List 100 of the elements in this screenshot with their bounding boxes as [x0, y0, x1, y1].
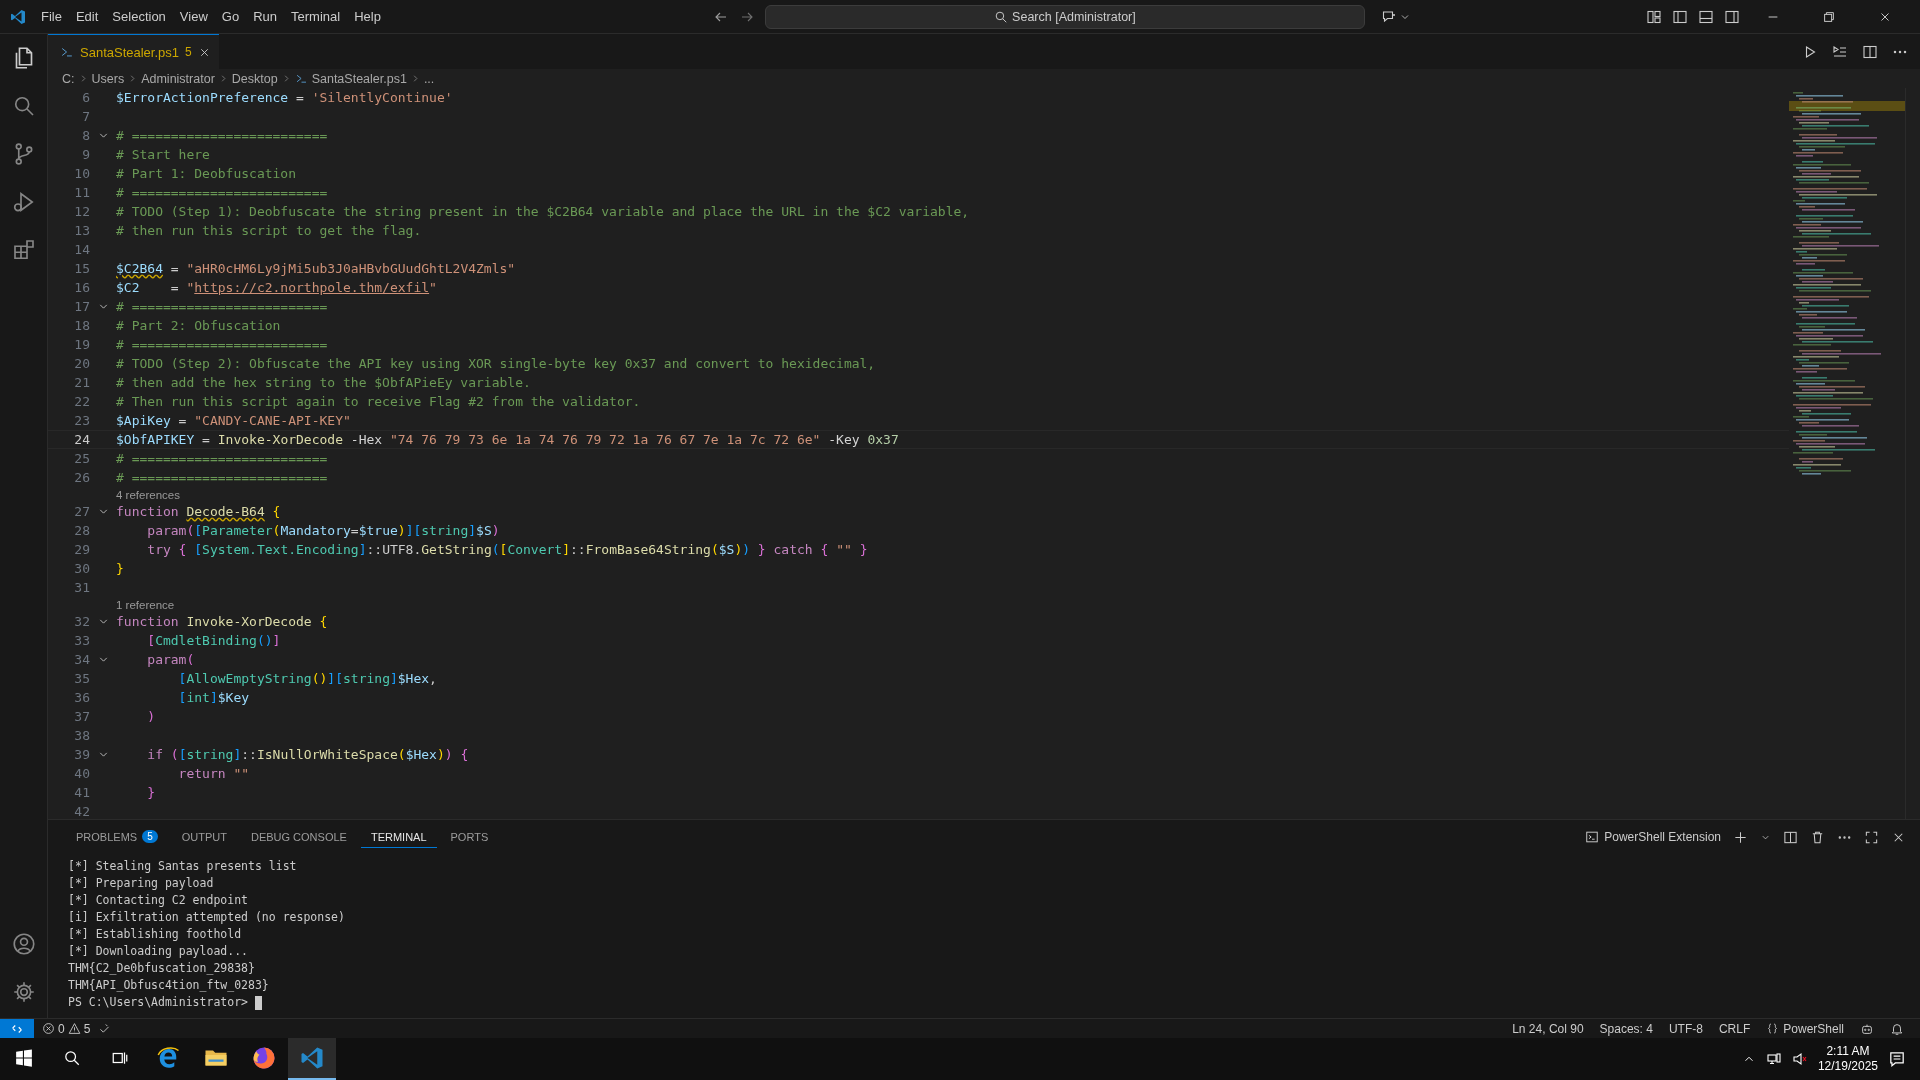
code-line: function Invoke-XorDecode {	[116, 613, 328, 631]
network-icon[interactable]	[1765, 1051, 1782, 1067]
code-line: $ApiKey = "CANDY-CANE-API-KEY"	[116, 412, 351, 430]
line-number: 11	[73, 185, 90, 200]
start-icon[interactable]	[15, 1049, 33, 1067]
line-number: 8	[81, 128, 90, 143]
volume-muted-icon[interactable]	[1791, 1051, 1808, 1067]
codelens-link[interactable]: 1 reference	[116, 598, 175, 611]
terminal-line: THM{C2_De0bfuscation_29838}	[68, 960, 255, 977]
search-field[interactable]: Search [Administrator]	[764, 4, 1365, 29]
remote-button[interactable]	[0, 1019, 34, 1038]
panel-tab[interactable]: TERMINAL	[360, 826, 437, 848]
extensions-icon[interactable]	[11, 238, 36, 262]
clock-date[interactable]: 12/19/2025	[1817, 1059, 1878, 1074]
search-icon[interactable]	[63, 1049, 81, 1067]
terminal-prompt[interactable]: PS C:\Users\Administrator>	[68, 994, 262, 1011]
code-line: # =========================	[116, 184, 328, 202]
menu-item[interactable]: Help	[347, 5, 388, 28]
restore-icon[interactable]	[1822, 9, 1836, 24]
layout-icon[interactable]	[1672, 8, 1688, 25]
status-item[interactable]: CRLF	[1710, 1021, 1759, 1036]
layout-icon[interactable]	[1698, 8, 1714, 25]
split-editor-icon[interactable]	[1862, 43, 1878, 60]
terminal-line: [*] Preparing payload	[68, 875, 214, 892]
layout-icon[interactable]	[1724, 8, 1740, 25]
code-line: [AllowEmptyString()][string]$Hex,	[177, 670, 437, 688]
code-line: try { [System.Text.Encoding]::UTF8.GetString([Convert]::FromBase64String($S)) } catch { "" }	[146, 541, 868, 559]
breadcrumb-item[interactable]: Users	[91, 71, 125, 86]
code-line: # then run this script to get the flag.	[116, 222, 422, 240]
line-number: 39	[73, 747, 90, 762]
line-number: 22	[73, 394, 90, 409]
warning-count[interactable]: 5	[83, 1021, 91, 1036]
settings-icon[interactable]	[11, 980, 36, 1004]
line-number: 31	[73, 580, 90, 595]
account-icon[interactable]	[11, 932, 36, 956]
menu-item[interactable]: Selection	[105, 5, 173, 28]
bell-icon[interactable]	[1890, 1021, 1904, 1036]
line-number: 38	[73, 728, 90, 743]
codelens-link[interactable]: 4 references	[116, 488, 180, 501]
line-number: 42	[73, 804, 90, 819]
line-number: 15	[73, 261, 90, 276]
menu-item[interactable]: File	[34, 5, 69, 28]
line-number: 30	[73, 561, 90, 576]
task-view-icon[interactable]	[111, 1049, 129, 1067]
panel-tab[interactable]: DEBUG CONSOLE	[240, 826, 357, 848]
search-icon	[994, 9, 1009, 24]
breadcrumb-item[interactable]: Desktop	[231, 71, 278, 86]
terminal-icon	[1585, 830, 1600, 844]
fox-browser-icon[interactable]	[252, 1046, 276, 1070]
menu-item[interactable]: Terminal	[284, 5, 348, 28]
code-line: # Start here	[116, 146, 210, 164]
line-number: 36	[73, 690, 90, 705]
terminal-profile[interactable]: PowerShell Extension	[1604, 830, 1721, 844]
code-line: # Then run this script again to receive Flag #2 from the validator.	[116, 393, 641, 411]
terminal-line: [*] Establishing foothold	[68, 926, 242, 943]
panel-tab[interactable]: OUTPUT	[171, 826, 237, 848]
code-line: # then add the hex string to the $ObfAPieEy variable.	[116, 374, 531, 392]
line-number: 26	[73, 470, 90, 485]
status-item[interactable]: Spaces: 4	[1591, 1021, 1661, 1036]
run-debug-icon[interactable]	[11, 190, 36, 214]
menu-item[interactable]: Edit	[68, 5, 106, 28]
menu-item[interactable]: Go	[214, 5, 247, 28]
status-item[interactable]: UTF-8	[1660, 1021, 1711, 1036]
line-number: 17	[73, 299, 90, 314]
code-line: param(	[146, 651, 195, 669]
line-number: 14	[73, 242, 90, 257]
panel-tab[interactable]: PROBLEMS 5	[66, 826, 168, 848]
breadcrumb-item[interactable]: Administrator	[141, 71, 215, 86]
editor-tab[interactable]: SantaStealer.ps1 5	[48, 34, 219, 69]
plus-icon[interactable]	[1733, 829, 1748, 845]
code-line: # =========================	[116, 450, 328, 468]
line-number: 13	[73, 223, 90, 238]
breadcrumb-item[interactable]: ...	[423, 71, 435, 86]
menu-item[interactable]: Run	[246, 5, 284, 28]
clock-time[interactable]: 2:11 AM	[1826, 1044, 1870, 1059]
browser-icon[interactable]	[156, 1046, 180, 1070]
code-line: $ObfAPIKEY = Invoke-XorDecode -Hex "74 76 79 73 6e 1a 74 76 79 72 1a 76 67 7e 1a 7c 72 6e" -Key 0x37	[116, 431, 899, 449]
maximize-icon[interactable]	[1864, 829, 1879, 845]
run-selection-icon[interactable]	[1832, 43, 1848, 60]
menu-item[interactable]: View	[172, 5, 215, 28]
terminal-line: [*] Contacting C2 endpoint	[68, 892, 248, 909]
line-number: 23	[73, 413, 90, 428]
layout-icon[interactable]	[1646, 8, 1662, 25]
trash-icon[interactable]	[1810, 829, 1825, 845]
error-count[interactable]: 0	[58, 1021, 65, 1036]
split-terminal-icon[interactable]	[1783, 829, 1798, 845]
notifications-icon[interactable]	[1888, 1050, 1906, 1068]
chat-icon[interactable]	[1380, 8, 1397, 25]
code-line: # =========================	[116, 127, 328, 145]
panel-tab[interactable]: PORTS	[440, 826, 499, 848]
language-mode[interactable]: PowerShell	[1783, 1021, 1844, 1036]
breadcrumb-item[interactable]: C:	[62, 71, 75, 86]
taskbar-app[interactable]	[288, 1038, 336, 1080]
code-editor-icon[interactable]	[300, 1046, 324, 1070]
status-item[interactable]: Ln 24, Col 90	[1504, 1021, 1592, 1036]
powershell-file-icon	[60, 45, 74, 59]
line-number: 19	[73, 337, 90, 352]
line-number: 37	[73, 709, 90, 724]
breadcrumb-item[interactable]: SantaStealer.ps1	[311, 71, 407, 86]
code-line: # Part 2: Obfuscation	[116, 317, 281, 335]
